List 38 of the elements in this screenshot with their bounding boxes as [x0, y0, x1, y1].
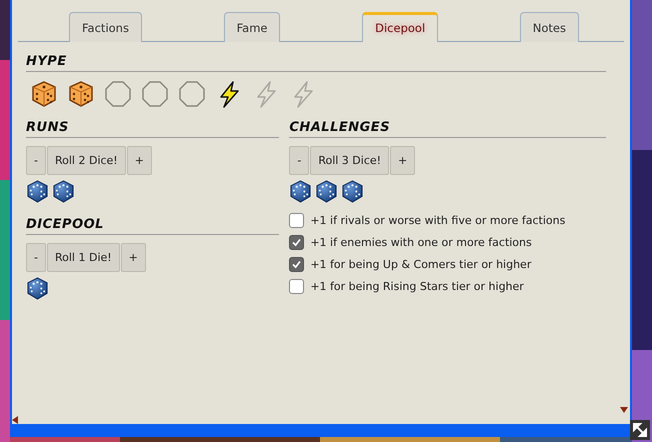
tab[interactable]: Dicepool	[362, 12, 438, 42]
tab[interactable]: Factions	[69, 12, 142, 42]
option-label: +1 for being Up & Comers tier or higher	[310, 258, 532, 271]
decrease-button[interactable]: -	[26, 243, 46, 272]
section-heading: CHALLENGES	[289, 120, 606, 138]
hexagon-icon[interactable]	[104, 80, 132, 108]
increase-button[interactable]: +	[126, 146, 152, 175]
die-icon[interactable]	[30, 80, 58, 108]
die-icon	[52, 180, 75, 203]
die-icon[interactable]	[67, 80, 95, 108]
roll-button[interactable]: Roll 3 Dice!	[310, 146, 390, 175]
hexagon-icon[interactable]	[141, 80, 169, 108]
roll-button[interactable]: Roll 2 Dice!	[46, 146, 126, 175]
scroll-down-icon[interactable]	[620, 406, 628, 414]
increase-button[interactable]: +	[390, 146, 416, 175]
checkbox[interactable]	[289, 257, 304, 272]
die-icon	[341, 180, 364, 203]
checkbox[interactable]	[289, 213, 304, 228]
option-label: +1 if rivals or worse with five or more factions	[310, 214, 566, 227]
section-heading: HYPE	[26, 54, 606, 72]
die-icon	[315, 180, 338, 203]
checkbox[interactable]	[289, 279, 304, 294]
increase-button[interactable]: +	[120, 243, 146, 272]
tab[interactable]: Notes	[520, 12, 579, 42]
option-label: +1 for being Rising Stars tier or higher	[310, 280, 524, 293]
decrease-button[interactable]: -	[289, 146, 310, 175]
die-icon	[26, 180, 49, 203]
section-heading: RUNS	[26, 120, 280, 138]
decrease-button[interactable]: -	[26, 146, 46, 175]
scroll-left-icon[interactable]	[12, 416, 20, 424]
hexagon-icon[interactable]	[178, 80, 206, 108]
option-label: +1 if enemies with one or more factions	[310, 236, 532, 249]
roll-button[interactable]: Roll 1 Die!	[46, 243, 120, 272]
section-heading: DICEPOOL	[26, 217, 280, 235]
die-icon	[289, 180, 312, 203]
checkbox[interactable]	[289, 235, 304, 250]
die-icon	[26, 277, 49, 300]
tab[interactable]: Fame	[224, 12, 280, 42]
